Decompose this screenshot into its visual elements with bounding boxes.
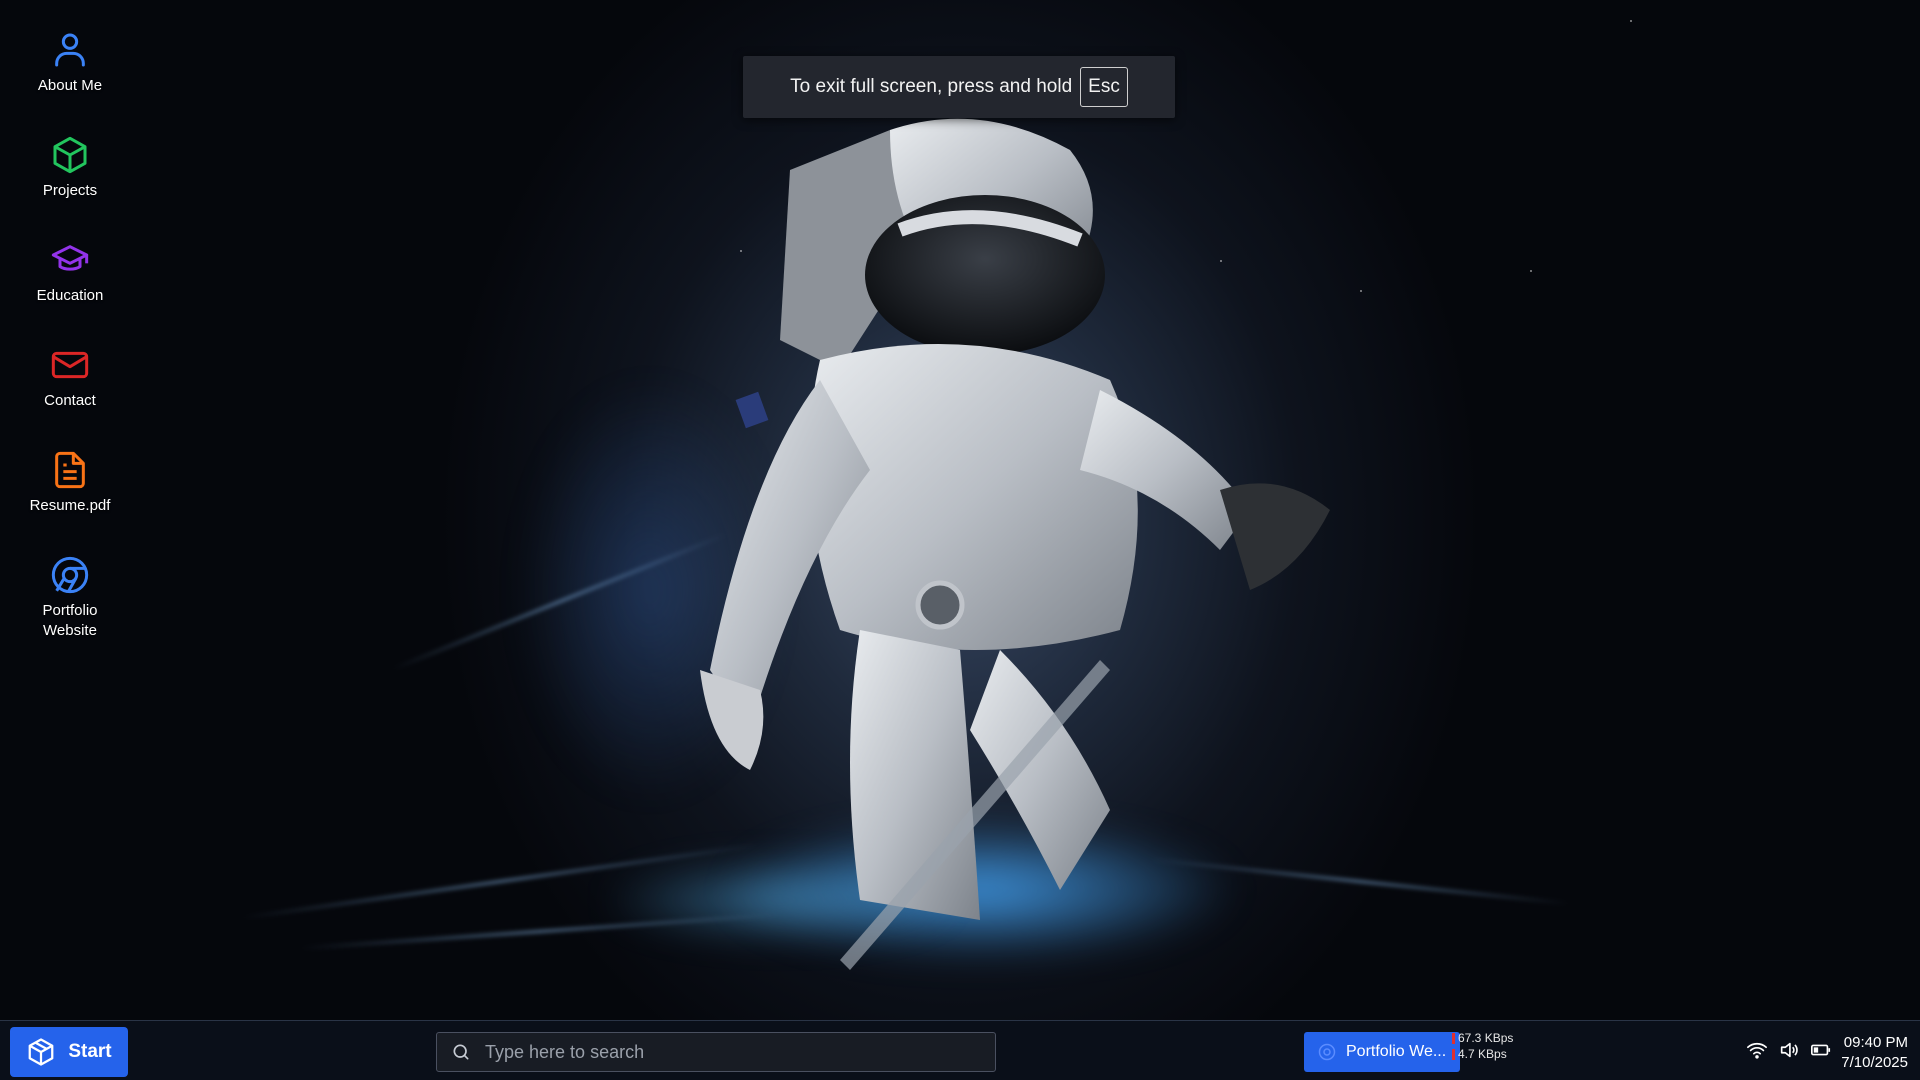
graduation-cap-icon xyxy=(51,245,89,271)
cube-icon xyxy=(53,136,87,174)
search-input[interactable] xyxy=(485,1041,965,1063)
fullscreen-exit-toast: To exit full screen, press and hold Esc xyxy=(743,56,1175,118)
search-icon xyxy=(453,1044,469,1060)
upload-speed: 67.3 KBps xyxy=(1458,1031,1514,1045)
desktop-icon-label: Projects xyxy=(42,182,98,199)
desktop-icon-label: Portfolio Website xyxy=(42,602,98,639)
download-speed: 4.7 KBps xyxy=(1458,1047,1507,1061)
desktop-icon-resume[interactable]: Resume.pdf xyxy=(0,438,140,543)
astronaut-image xyxy=(700,118,1330,970)
desktop-wallpaper xyxy=(0,0,1920,1020)
desktop-icon-label: About Me xyxy=(37,77,103,94)
taskbar-app-label: Portfolio We... xyxy=(1346,1043,1447,1060)
start-button[interactable]: Start xyxy=(10,1027,128,1077)
desktop-icon-portfolio-website[interactable]: Portfolio Website xyxy=(0,543,140,648)
user-icon xyxy=(55,33,85,67)
network-speed-meter: 67.3 KBps 4.7 KBps xyxy=(1452,1030,1513,1062)
start-label: Start xyxy=(68,1041,112,1062)
desktop-icon-label: Contact xyxy=(44,392,96,409)
download-indicator xyxy=(1452,1048,1455,1060)
mail-icon xyxy=(51,351,89,379)
desktop-icon-contact[interactable]: Contact xyxy=(0,333,140,438)
taskbar-search[interactable] xyxy=(436,1032,996,1072)
desktop-icon-projects[interactable]: Projects xyxy=(0,123,140,228)
star xyxy=(1630,20,1632,22)
chrome-icon xyxy=(51,556,89,594)
cube-icon xyxy=(28,1038,54,1066)
star xyxy=(1530,270,1532,272)
taskbar-app-portfolio[interactable]: Portfolio We... xyxy=(1304,1032,1460,1072)
taskbar: Start Portfolio We... 67.3 KBps 4.7 KBps… xyxy=(0,1020,1920,1080)
chrome-icon xyxy=(1318,1043,1336,1061)
star xyxy=(1360,290,1362,292)
volume-icon[interactable] xyxy=(1778,1039,1800,1061)
system-tray xyxy=(1746,1039,1832,1061)
clock-date: 7/10/2025 xyxy=(1841,1054,1908,1071)
desktop-icon-education[interactable]: Education xyxy=(0,228,140,333)
battery-icon[interactable] xyxy=(1810,1039,1832,1061)
file-text-icon xyxy=(55,451,85,489)
upload-indicator xyxy=(1452,1032,1455,1044)
desktop-icon-about-me[interactable]: About Me xyxy=(0,18,140,123)
desktop-icon-label: Resume.pdf xyxy=(29,497,111,514)
esc-key-badge: Esc xyxy=(1080,67,1128,107)
taskbar-clock[interactable]: 09:40 PM 7/10/2025 xyxy=(1841,1033,1908,1073)
wifi-icon[interactable] xyxy=(1746,1039,1768,1061)
clock-time: 09:40 PM xyxy=(1843,1034,1908,1051)
desktop-icon-label: Education xyxy=(36,287,104,304)
desktop-icon-column: About Me Projects Education Contact Resu… xyxy=(0,18,140,648)
toast-message: To exit full screen, press and hold xyxy=(790,76,1073,97)
